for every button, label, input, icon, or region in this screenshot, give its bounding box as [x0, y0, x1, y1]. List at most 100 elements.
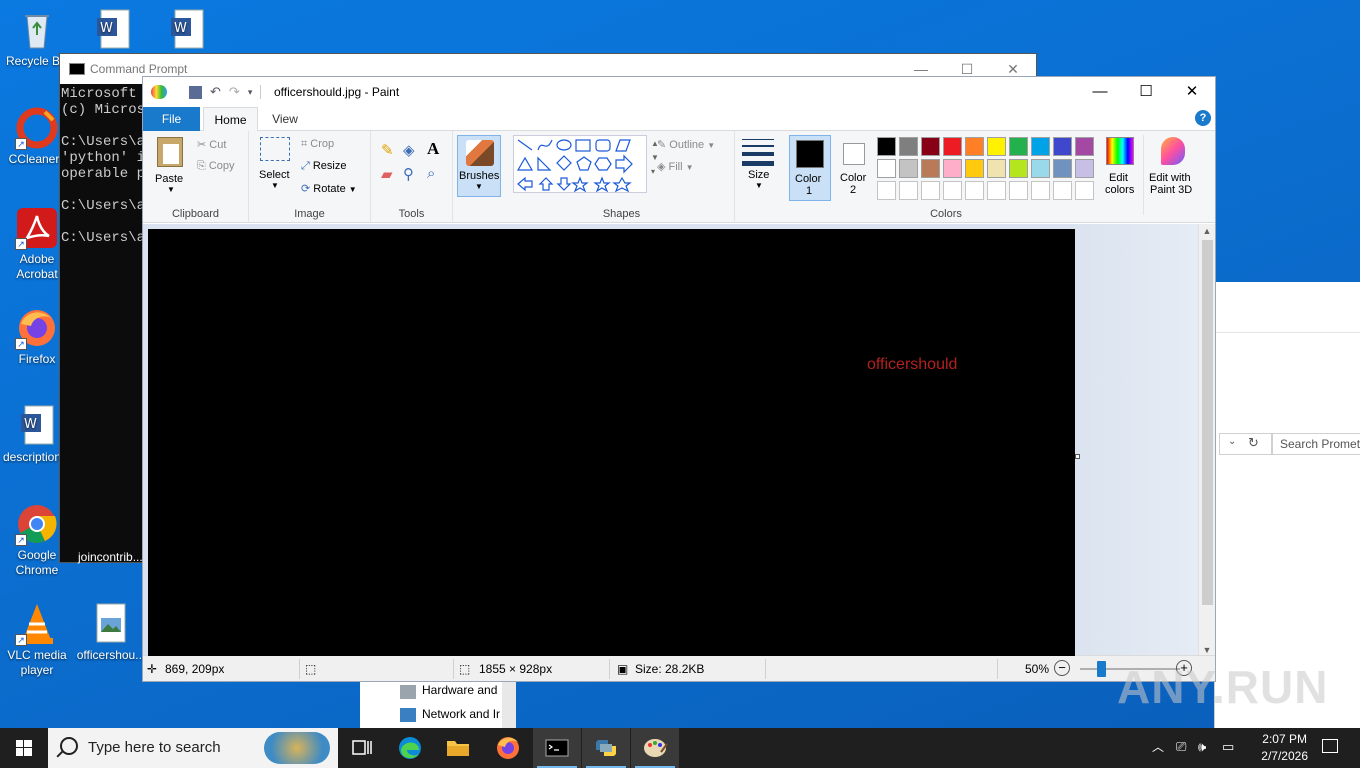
text-tool-icon[interactable]: A: [427, 139, 439, 159]
volume-icon[interactable]: 🕪: [1198, 739, 1206, 755]
customize-quick-access-icon[interactable]: ▾: [248, 87, 253, 98]
outline-button[interactable]: ✎ Outline ▼: [657, 138, 715, 151]
notification-icon[interactable]: [1322, 739, 1338, 753]
edit-colors-button[interactable]: Edit colors: [1101, 135, 1139, 201]
chevron-up-icon[interactable]: ︿: [1152, 738, 1164, 755]
eraser-icon[interactable]: ▰: [381, 165, 393, 183]
color2-button[interactable]: Color 2: [835, 135, 875, 201]
canvas-area[interactable]: officershould: [143, 224, 1199, 657]
taskbar-python[interactable]: [582, 728, 630, 768]
color-swatch[interactable]: [1031, 137, 1050, 156]
scrollbar[interactable]: [502, 682, 516, 728]
clock[interactable]: 2:07 PM 2/7/2026: [1261, 731, 1308, 765]
scroll-up-icon[interactable]: ▲: [1199, 226, 1215, 236]
custom-color-swatch[interactable]: [1053, 181, 1072, 200]
close-icon[interactable]: ✕: [1169, 77, 1215, 107]
color-swatch[interactable]: [943, 159, 962, 178]
cut-button[interactable]: ✂ Cut: [197, 138, 226, 151]
taskbar-cmd[interactable]: [533, 728, 581, 768]
tab-view[interactable]: View: [265, 107, 305, 131]
color-swatch[interactable]: [1009, 137, 1028, 156]
resize-button[interactable]: ⤢ Resize: [301, 160, 346, 173]
zoom-out-icon[interactable]: −: [1054, 660, 1070, 676]
desktop-icon-vlc[interactable]: ↗ VLC media player: [0, 602, 74, 678]
select-button[interactable]: Select ▼: [255, 137, 297, 199]
fill-bucket-icon[interactable]: ◈: [403, 141, 415, 159]
refresh-icon[interactable]: ↻: [1248, 435, 1259, 451]
task-view-button[interactable]: [338, 728, 386, 768]
pencil-icon[interactable]: ✎: [381, 141, 394, 159]
help-icon[interactable]: ?: [1195, 110, 1211, 126]
custom-color-swatch[interactable]: [943, 181, 962, 200]
taskbar-explorer[interactable]: [434, 728, 482, 768]
taskbar-edge[interactable]: [386, 728, 434, 768]
tab-home[interactable]: Home: [203, 107, 258, 132]
taskbar-firefox[interactable]: [484, 728, 532, 768]
meet-now-icon[interactable]: ⎚: [1176, 739, 1186, 755]
copy-button[interactable]: ⎘ Copy: [197, 160, 235, 173]
image-canvas[interactable]: officershould: [148, 229, 1075, 656]
color-swatch[interactable]: [965, 137, 984, 156]
maximize-icon[interactable]: ☐: [1123, 77, 1169, 107]
redo-icon[interactable]: ↷: [229, 84, 240, 100]
color-swatch[interactable]: [921, 137, 940, 156]
color-swatch[interactable]: [987, 159, 1006, 178]
color-swatch[interactable]: [1075, 159, 1094, 178]
control-panel-item[interactable]: Hardware and: [422, 683, 497, 697]
scroll-down-icon[interactable]: ▼: [1199, 645, 1215, 655]
size-button[interactable]: Size ▼: [739, 135, 779, 197]
search-input[interactable]: Search Prometh: [1271, 433, 1360, 455]
custom-color-swatch[interactable]: [987, 181, 1006, 200]
taskbar-paint[interactable]: [631, 728, 679, 768]
color-swatch[interactable]: [1031, 159, 1050, 178]
paste-button[interactable]: Paste ▼: [151, 135, 191, 197]
color-swatch[interactable]: [965, 159, 984, 178]
start-button[interactable]: [0, 728, 48, 768]
undo-icon[interactable]: ↶: [210, 84, 221, 100]
chevron-down-icon[interactable]: ⌄: [1228, 436, 1236, 447]
custom-color-swatch[interactable]: [1009, 181, 1028, 200]
brushes-button[interactable]: Brushes ▼: [457, 135, 501, 197]
custom-color-swatch[interactable]: [921, 181, 940, 200]
save-icon[interactable]: [189, 85, 202, 99]
taskbar-search[interactable]: Type here to search: [48, 728, 338, 768]
custom-color-swatch[interactable]: [877, 181, 896, 200]
vertical-scrollbar[interactable]: ▲ ▼: [1198, 224, 1215, 657]
crop-button[interactable]: ⌗ Crop: [301, 138, 334, 151]
color-swatch[interactable]: [899, 137, 918, 156]
desktop-icon-word-2[interactable]: W: [150, 8, 224, 54]
custom-color-swatch[interactable]: [1075, 181, 1094, 200]
custom-color-swatch[interactable]: [965, 181, 984, 200]
paint-window[interactable]: ↶ ↷ ▾ officershould.jpg - Paint — ☐ ✕ Fi…: [142, 76, 1216, 682]
edit-paint3d-button[interactable]: Edit with Paint 3D: [1147, 135, 1199, 201]
shapes-gallery[interactable]: [513, 135, 647, 193]
zoom-slider-thumb[interactable]: [1097, 661, 1106, 677]
color-swatch[interactable]: [921, 159, 940, 178]
color-swatch[interactable]: [1009, 159, 1028, 178]
custom-color-swatch[interactable]: [1031, 181, 1050, 200]
color-swatch[interactable]: [987, 137, 1006, 156]
minimize-icon[interactable]: —: [1077, 77, 1123, 107]
resize-handle[interactable]: [1075, 454, 1080, 459]
rotate-button[interactable]: ⟳ Rotate ▼: [301, 182, 357, 195]
color-swatch[interactable]: [1053, 159, 1072, 178]
address-nav[interactable]: ⌄ ↻: [1219, 433, 1273, 455]
desktop-icon-word-1[interactable]: W: [76, 8, 150, 54]
network-icon[interactable]: ▭: [1222, 739, 1234, 755]
color-swatch[interactable]: [1075, 137, 1094, 156]
color-swatch[interactable]: [877, 137, 896, 156]
desktop-icon-officershould[interactable]: officershou...: [74, 602, 148, 663]
magnifier-icon[interactable]: ⌕: [427, 165, 435, 182]
tab-file[interactable]: File: [143, 107, 200, 131]
fill-button[interactable]: ◈ Fill ▼: [657, 160, 694, 173]
color-picker-icon[interactable]: ⚲: [403, 165, 414, 183]
color1-button[interactable]: Color 1: [789, 135, 831, 201]
control-panel-item[interactable]: Network and Ir: [422, 707, 500, 721]
color-swatch[interactable]: [877, 159, 896, 178]
color-swatch[interactable]: [899, 159, 918, 178]
scroll-thumb[interactable]: [1202, 240, 1213, 605]
color-swatch[interactable]: [1053, 137, 1072, 156]
color-swatch[interactable]: [943, 137, 962, 156]
custom-color-swatch[interactable]: [899, 181, 918, 200]
paint-title-bar[interactable]: ↶ ↷ ▾ officershould.jpg - Paint — ☐ ✕: [143, 77, 1215, 107]
